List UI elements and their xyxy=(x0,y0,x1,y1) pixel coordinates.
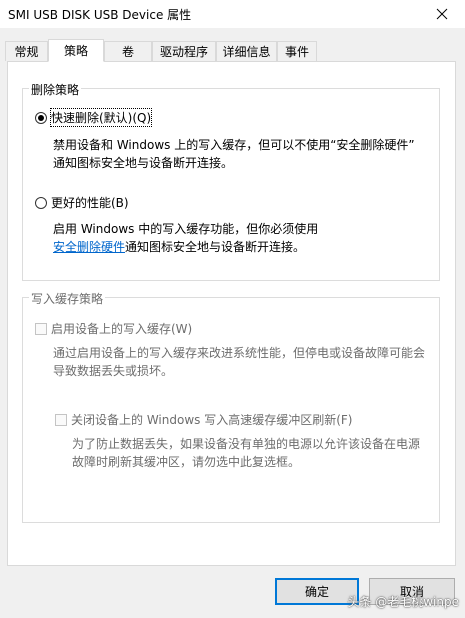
turn-off-flush-option[interactable]: 关闭设备上的 Windows 写入高速缓存缓冲区刷新(F) xyxy=(55,411,352,428)
tab-volume[interactable]: 卷 xyxy=(104,41,152,61)
turn-off-flush-desc-line1: 为了防止数据丢失，如果设备没有单独的电源以允许该设备在电源 xyxy=(72,437,421,451)
window-title: SMI USB DISK USB Device 属性 xyxy=(8,8,192,22)
quick-removal-option[interactable]: 快速删除(默认)(Q) xyxy=(35,108,153,127)
quick-removal-desc-line2: 通知图标安全地与设备断开连接。 xyxy=(53,156,234,170)
tab-panel-policy: 删除策略 快速删除(默认)(Q) 禁用设备和 Windows 上的写入缓存，但可… xyxy=(7,61,456,566)
better-performance-label[interactable]: 更好的性能(B) xyxy=(51,194,129,211)
enable-write-cache-checkbox[interactable] xyxy=(35,322,47,335)
write-cache-policy-group: 写入缓存策略 启用设备上的写入缓存(W) 通过启用设备上的写入缓存来改进系统性能… xyxy=(22,290,440,523)
tab-general[interactable]: 常规 xyxy=(5,41,48,61)
watermark: 头条 @老毛桃winpe xyxy=(347,595,459,609)
better-performance-desc-line2: 安全删除硬件通知图标安全地与设备断开连接。 xyxy=(53,238,318,256)
removal-policy-group: 删除策略 快速删除(默认)(Q) 禁用设备和 Windows 上的写入缓存，但可… xyxy=(22,81,440,281)
close-button[interactable] xyxy=(419,0,465,28)
better-performance-description: 启用 Windows 中的写入缓存功能，但你必须使用 安全删除硬件通知图标安全地… xyxy=(53,220,318,256)
turn-off-flush-label[interactable]: 关闭设备上的 Windows 写入高速缓存缓冲区刷新(F) xyxy=(71,411,352,428)
turn-off-flush-description: 为了防止数据丢失，如果设备没有单独的电源以允许该设备在电源 故障时刷新其缓冲区，… xyxy=(72,435,420,471)
tab-details[interactable]: 详细信息 xyxy=(216,41,277,61)
enable-write-cache-option[interactable]: 启用设备上的写入缓存(W) xyxy=(35,320,192,337)
better-performance-radio[interactable] xyxy=(35,196,47,209)
enable-write-cache-desc-line2: 导致数据丢失或损坏。 xyxy=(53,364,174,378)
better-performance-option[interactable]: 更好的性能(B) xyxy=(35,194,129,211)
turn-off-flush-desc-line2: 故障时刷新其缓冲区，请勿选中此复选框。 xyxy=(72,455,301,469)
tab-driver[interactable]: 驱动程序 xyxy=(152,41,216,61)
turn-off-flush-checkbox[interactable] xyxy=(55,413,67,426)
quick-removal-radio[interactable] xyxy=(35,111,47,124)
enable-write-cache-description: 通过启用设备上的写入缓存来改进系统性能，但停电或设备故障可能会 导致数据丢失或损… xyxy=(53,344,425,380)
tab-policy[interactable]: 策略 xyxy=(48,39,104,62)
close-icon xyxy=(436,8,448,20)
tab-events[interactable]: 事件 xyxy=(277,41,317,61)
better-performance-desc-line2-rest: 通知图标安全地与设备断开连接。 xyxy=(125,240,306,254)
safely-remove-hardware-link[interactable]: 安全删除硬件 xyxy=(53,240,125,254)
quick-removal-description: 禁用设备和 Windows 上的写入缓存，但可以不使用“安全删除硬件” 通知图标… xyxy=(53,136,415,172)
quick-removal-desc-line1: 禁用设备和 Windows 上的写入缓存，但可以不使用“安全删除硬件” xyxy=(53,138,415,152)
write-cache-policy-title: 写入缓存策略 xyxy=(29,290,106,307)
quick-removal-label[interactable]: 快速删除(默认)(Q) xyxy=(49,108,153,127)
enable-write-cache-desc-line1: 通过启用设备上的写入缓存来改进系统性能，但停电或设备故障可能会 xyxy=(53,346,426,360)
title-bar[interactable]: SMI USB DISK USB Device 属性 xyxy=(0,0,465,28)
enable-write-cache-label[interactable]: 启用设备上的写入缓存(W) xyxy=(51,320,192,337)
better-performance-desc-line1: 启用 Windows 中的写入缓存功能，但你必须使用 xyxy=(53,222,319,236)
removal-policy-title: 删除策略 xyxy=(29,81,82,98)
